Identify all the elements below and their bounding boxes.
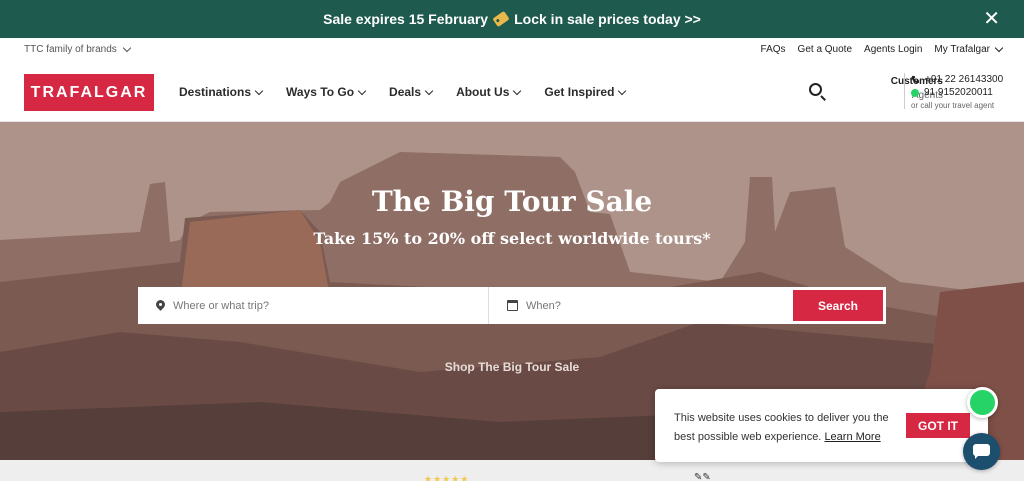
shop-sale-link[interactable]: Shop The Big Tour Sale xyxy=(0,360,1024,374)
accept-cookies-button[interactable]: GOT IT xyxy=(906,413,970,438)
chevron-down-icon xyxy=(994,43,1004,53)
phone-number: +91 22 26143300 xyxy=(925,74,1004,85)
when-placeholder: When? xyxy=(526,299,561,312)
when-input[interactable]: When? xyxy=(489,287,793,324)
learn-more-link[interactable]: Learn More xyxy=(824,431,880,443)
price-tag-icon xyxy=(492,10,510,28)
rating-stars-icon: ★★★★★ xyxy=(424,474,470,481)
trip-search-bar: Where or what trip? When? Search xyxy=(138,287,886,324)
location-pin-icon xyxy=(156,300,165,311)
search-icon[interactable] xyxy=(808,82,828,102)
chevron-down-icon xyxy=(424,86,434,95)
chevron-down-icon xyxy=(357,86,367,95)
whatsapp-number: 91 9152020011 xyxy=(924,87,993,98)
nav-item-label: Deals xyxy=(389,85,422,99)
chevron-down-icon xyxy=(513,86,522,95)
whatsapp-icon xyxy=(911,88,919,97)
contact-note: or call your travel agent xyxy=(911,101,995,110)
nav-item-label: Get Inspired xyxy=(544,85,615,99)
chevron-down-icon xyxy=(254,86,264,95)
reviews-strip: ★★★★★ ✎✎ xyxy=(0,460,1024,481)
nav-item-about-us[interactable]: About Us xyxy=(456,85,522,99)
contact-phones: +91 22 26143300 91 9152020011 or call yo… xyxy=(911,73,1003,112)
divider xyxy=(904,73,905,109)
brands-label: TTC family of brands xyxy=(24,44,117,55)
whatsapp-icon[interactable] xyxy=(967,387,998,418)
nav-item-label: About Us xyxy=(456,85,510,99)
phone-line[interactable]: +91 22 26143300 xyxy=(911,73,1003,86)
agents-login-link[interactable]: Agents Login xyxy=(864,44,922,55)
promo-text-start: Sale expires 15 February xyxy=(323,11,489,27)
utility-bar: TTC family of brands FAQs Get a Quote Ag… xyxy=(0,38,1024,62)
hero-title: The Big Tour Sale xyxy=(371,185,653,218)
faqs-link[interactable]: FAQs xyxy=(761,44,786,55)
chevron-down-icon xyxy=(122,43,132,53)
promo-text-end[interactable]: Lock in sale prices today >> xyxy=(514,11,701,27)
nav-item-destinations[interactable]: Destinations xyxy=(179,85,264,99)
search-button[interactable]: Search xyxy=(793,290,883,321)
whatsapp-line[interactable]: 91 9152020011 xyxy=(911,86,1003,99)
nav-menu: Destinations Ways To Go Deals About Us G… xyxy=(179,85,627,99)
phone-icon xyxy=(911,75,920,84)
close-icon[interactable]: ✕ xyxy=(983,9,1000,29)
my-trafalgar-label: My Trafalgar xyxy=(934,44,990,55)
nav-item-deals[interactable]: Deals xyxy=(389,85,434,99)
get-quote-link[interactable]: Get a Quote xyxy=(798,44,852,55)
promo-banner[interactable]: Sale expires 15 February Lock in sale pr… xyxy=(0,0,1024,38)
chat-icon[interactable] xyxy=(963,433,1000,470)
trafalgar-logo[interactable]: TRAFALGAR xyxy=(24,74,154,111)
where-placeholder: Where or what trip? xyxy=(173,299,269,312)
calendar-icon xyxy=(507,300,518,311)
where-input[interactable]: Where or what trip? xyxy=(138,287,489,324)
contact-block: Customers Agents +91 22 26143300 91 9152… xyxy=(849,73,1009,113)
partner-logo: ✎✎ xyxy=(694,472,711,481)
hero-subtitle: Take 15% to 20% off select worldwide tou… xyxy=(313,229,711,248)
nav-item-label: Destinations xyxy=(179,85,252,99)
nav-item-ways-to-go[interactable]: Ways To Go xyxy=(286,85,367,99)
nav-item-label: Ways To Go xyxy=(286,85,355,99)
cookie-message: This website uses cookies to deliver you… xyxy=(674,409,899,447)
chevron-down-icon xyxy=(618,86,627,95)
brands-dropdown[interactable]: TTC family of brands xyxy=(24,43,132,55)
utility-links: FAQs Get a Quote Agents Login My Trafalg… xyxy=(761,43,1004,55)
nav-item-get-inspired[interactable]: Get Inspired xyxy=(544,85,627,99)
main-nav: TRAFALGAR Destinations Ways To Go Deals … xyxy=(0,62,1024,122)
my-trafalgar-dropdown[interactable]: My Trafalgar xyxy=(934,43,1004,55)
cookie-banner: This website uses cookies to deliver you… xyxy=(655,389,988,462)
